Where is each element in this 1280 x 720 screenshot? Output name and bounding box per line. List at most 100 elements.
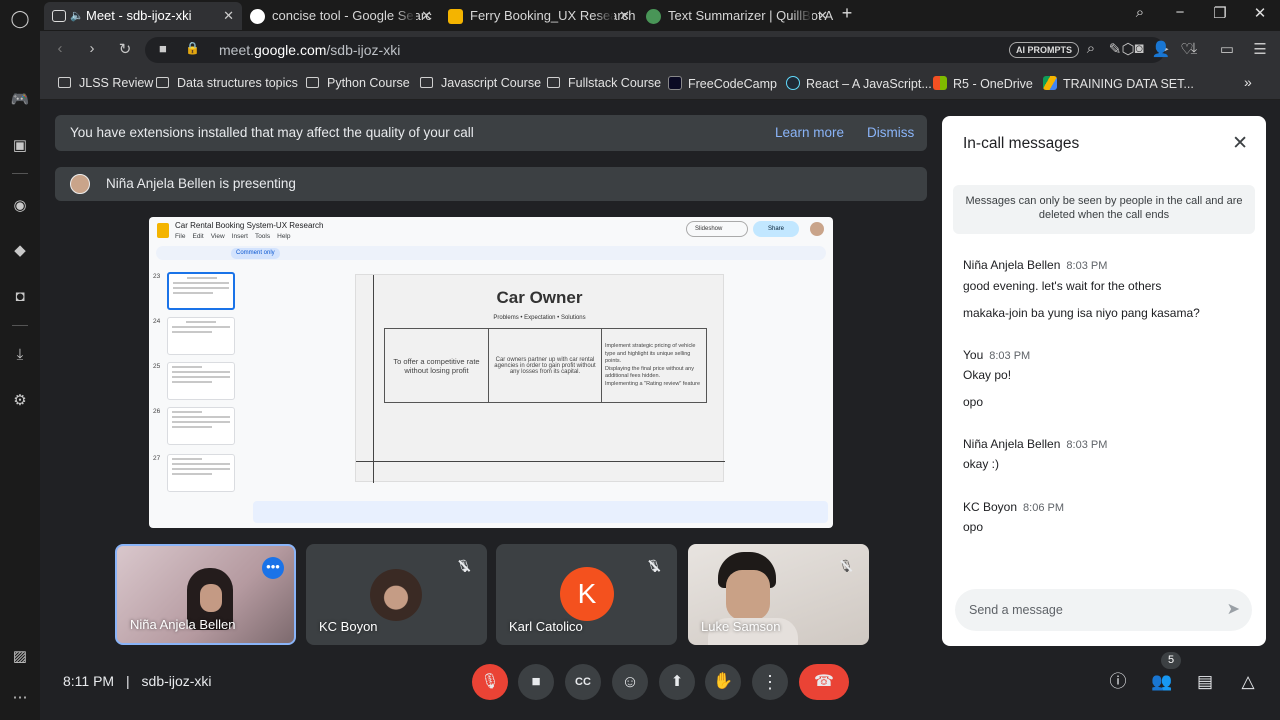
bookmark-link[interactable]: R5 - OneDrive — [933, 76, 1033, 91]
raise-hand-button[interactable]: ✋ — [705, 664, 741, 700]
bookmark-folder[interactable]: Fullstack Course — [547, 76, 661, 90]
panel-title: In-call messages — [963, 135, 1080, 152]
tab-search-icon[interactable]: ⌕ — [1128, 4, 1152, 21]
bookmark-link[interactable]: React – A JavaScript... — [786, 76, 932, 91]
more-options-button[interactable]: ⋮ — [752, 664, 788, 700]
participant-name: Niña Anjela Bellen — [130, 617, 236, 632]
url-text: meet.google.com/sdb-ijoz-xki — [219, 42, 401, 58]
send-icon[interactable]: ➤ — [1227, 589, 1240, 631]
bookmark-folder[interactable]: Javascript Course — [420, 76, 541, 90]
mic-off-icon: 🎙 — [838, 559, 854, 573]
profile-icon[interactable]: 👤 — [1151, 40, 1171, 58]
folder-icon — [420, 77, 433, 88]
tab-close-icon[interactable]: ✕ — [817, 2, 828, 30]
slide-thumbnail — [167, 454, 235, 492]
bookmark-link[interactable]: TRAINING DATA SET... — [1043, 76, 1194, 91]
snapshot-icon[interactable]: ▨ — [10, 647, 30, 667]
message-header: You 8:03 PM — [963, 348, 1031, 362]
address-bar[interactable]: ■ 🔒 meet.google.com/sdb-ijoz-xki AI PROM… — [145, 37, 1194, 63]
mic-off-icon: 🎙 — [646, 559, 662, 573]
message-header: Niña Anjela Bellen 8:03 PM — [963, 258, 1108, 272]
message-text: okay :) — [963, 457, 1000, 471]
chat-icon[interactable]: ▤ — [1193, 670, 1217, 694]
message-input[interactable]: Send a message ➤ — [955, 589, 1252, 631]
gamepad-icon[interactable]: 🎮 — [10, 90, 30, 110]
bookmark-folder[interactable]: JLSS Review — [58, 76, 153, 90]
tab-close-icon[interactable]: ✕ — [619, 2, 630, 30]
browser-sidebar: ◯ 🎮 ▣ ◉ ◆ ◘ ⤓ ⚙ ▨ ⋯ — [0, 0, 40, 720]
thumb-number: 26 — [153, 408, 161, 415]
meeting-info-icon[interactable]: ⓘ — [1106, 670, 1130, 694]
more-options-icon[interactable]: ••• — [262, 557, 284, 579]
bookmark-folder[interactable]: Python Course — [306, 76, 410, 90]
doc-avatar — [810, 222, 824, 236]
mic-off-button[interactable]: 🎙 — [472, 664, 508, 700]
shared-screen[interactable]: Car Rental Booking System-UX Research Fi… — [149, 217, 833, 528]
twitter-icon[interactable]: ◆ — [10, 241, 30, 261]
tab-google-search[interactable]: concise tool - Google Searc ✕ — [242, 2, 440, 30]
folder-icon — [547, 77, 560, 88]
thumb-number: 23 — [153, 273, 161, 280]
google-favicon-icon — [250, 9, 265, 24]
tab-meet[interactable]: 🔈 Meet - sdb-ijoz-xki ✕ — [44, 2, 242, 30]
mic-off-icon: 🎙 — [456, 559, 472, 573]
message-text: good evening. let's wait for the others — [963, 279, 1162, 293]
extensions-notice: You have extensions installed that may a… — [55, 115, 927, 151]
tab-ferry-booking[interactable]: Ferry Booking_UX Research ✕ — [440, 2, 638, 30]
lock-icon[interactable]: 🔒 — [185, 41, 200, 55]
captions-icon: CC — [575, 676, 591, 688]
discord-icon[interactable]: ◘ — [10, 287, 30, 307]
bookmarks-overflow-icon[interactable]: » — [1244, 74, 1252, 90]
messenger-icon[interactable]: ◉ — [10, 196, 30, 216]
messages-info: Messages can only be seen by people in t… — [953, 185, 1255, 234]
speaker-notes-bar — [253, 501, 828, 523]
aria-icon[interactable]: ▣ — [10, 136, 30, 156]
tab-close-icon[interactable]: ✕ — [223, 2, 234, 30]
present-button[interactable]: ⬆ — [659, 664, 695, 700]
message-header: KC Boyon 8:06 PM — [963, 500, 1064, 514]
present-screen-icon: ⬆ — [670, 673, 684, 690]
opera-logo-icon[interactable]: ◯ — [10, 9, 30, 29]
forward-icon[interactable]: › — [82, 40, 102, 57]
ai-prompts-button[interactable]: AI PROMPTS — [1009, 42, 1080, 58]
extensions-cube-icon[interactable]: ⬡ — [1118, 40, 1138, 58]
settings-gear-icon[interactable]: ⚙ — [10, 391, 30, 411]
people-icon[interactable]: 👥 — [1150, 670, 1174, 694]
leave-call-button[interactable]: ☎ — [799, 664, 849, 700]
slides-favicon-icon — [448, 9, 463, 24]
participant-tile[interactable]: ••• Niña Anjela Bellen — [115, 544, 296, 645]
tab-quillbot[interactable]: Text Summarizer | QuillBot A ✕ — [638, 2, 836, 30]
doc-title: Car Rental Booking System-UX Research — [175, 221, 324, 230]
easy-setup-icon[interactable]: ☰ — [1250, 40, 1270, 58]
participant-tile[interactable]: 🎙 Luke Samson — [688, 544, 869, 645]
tab-close-icon[interactable]: ✕ — [421, 2, 432, 30]
learn-more-link[interactable]: Learn more — [775, 115, 844, 151]
reload-icon[interactable]: ↻ — [115, 40, 135, 58]
bookmark-folder[interactable]: Data structures topics — [156, 76, 298, 90]
new-tab-icon[interactable]: + — [835, 3, 859, 24]
activities-icon[interactable]: △ — [1236, 670, 1260, 694]
restore-icon[interactable]: ❐ — [1208, 4, 1232, 22]
participant-name: Luke Samson — [701, 619, 781, 634]
video-camera-icon: ■ — [531, 673, 541, 690]
reactions-button[interactable]: ☺ — [612, 664, 648, 700]
bookmark-link[interactable]: FreeCodeCamp — [668, 76, 777, 91]
close-window-icon[interactable]: ✕ — [1248, 4, 1272, 22]
folder-icon — [58, 77, 71, 88]
close-panel-icon[interactable]: ✕ — [1232, 132, 1248, 155]
camera-button[interactable]: ■ — [518, 664, 554, 700]
dismiss-button[interactable]: Dismiss — [867, 115, 914, 151]
participant-tile[interactable]: K 🎙 Karl Catolico — [496, 544, 677, 645]
camera-permission-icon[interactable]: ■ — [159, 41, 167, 56]
captions-button[interactable]: CC — [565, 664, 601, 700]
more-dots-icon[interactable]: ⋯ — [10, 688, 30, 708]
battery-icon[interactable]: ▭ — [1217, 40, 1237, 58]
hand-icon: ✋ — [713, 673, 733, 690]
quillbot-favicon-icon — [646, 9, 661, 24]
back-icon[interactable]: ‹ — [50, 40, 70, 57]
participant-tile[interactable]: 🎙 KC Boyon — [306, 544, 487, 645]
minimize-icon[interactable]: − — [1168, 4, 1192, 21]
lens-icon[interactable]: ⌕ — [1081, 40, 1101, 57]
downloads-icon[interactable]: ⤓ — [10, 345, 30, 365]
download-icon[interactable]: ⤓ — [1184, 40, 1204, 57]
